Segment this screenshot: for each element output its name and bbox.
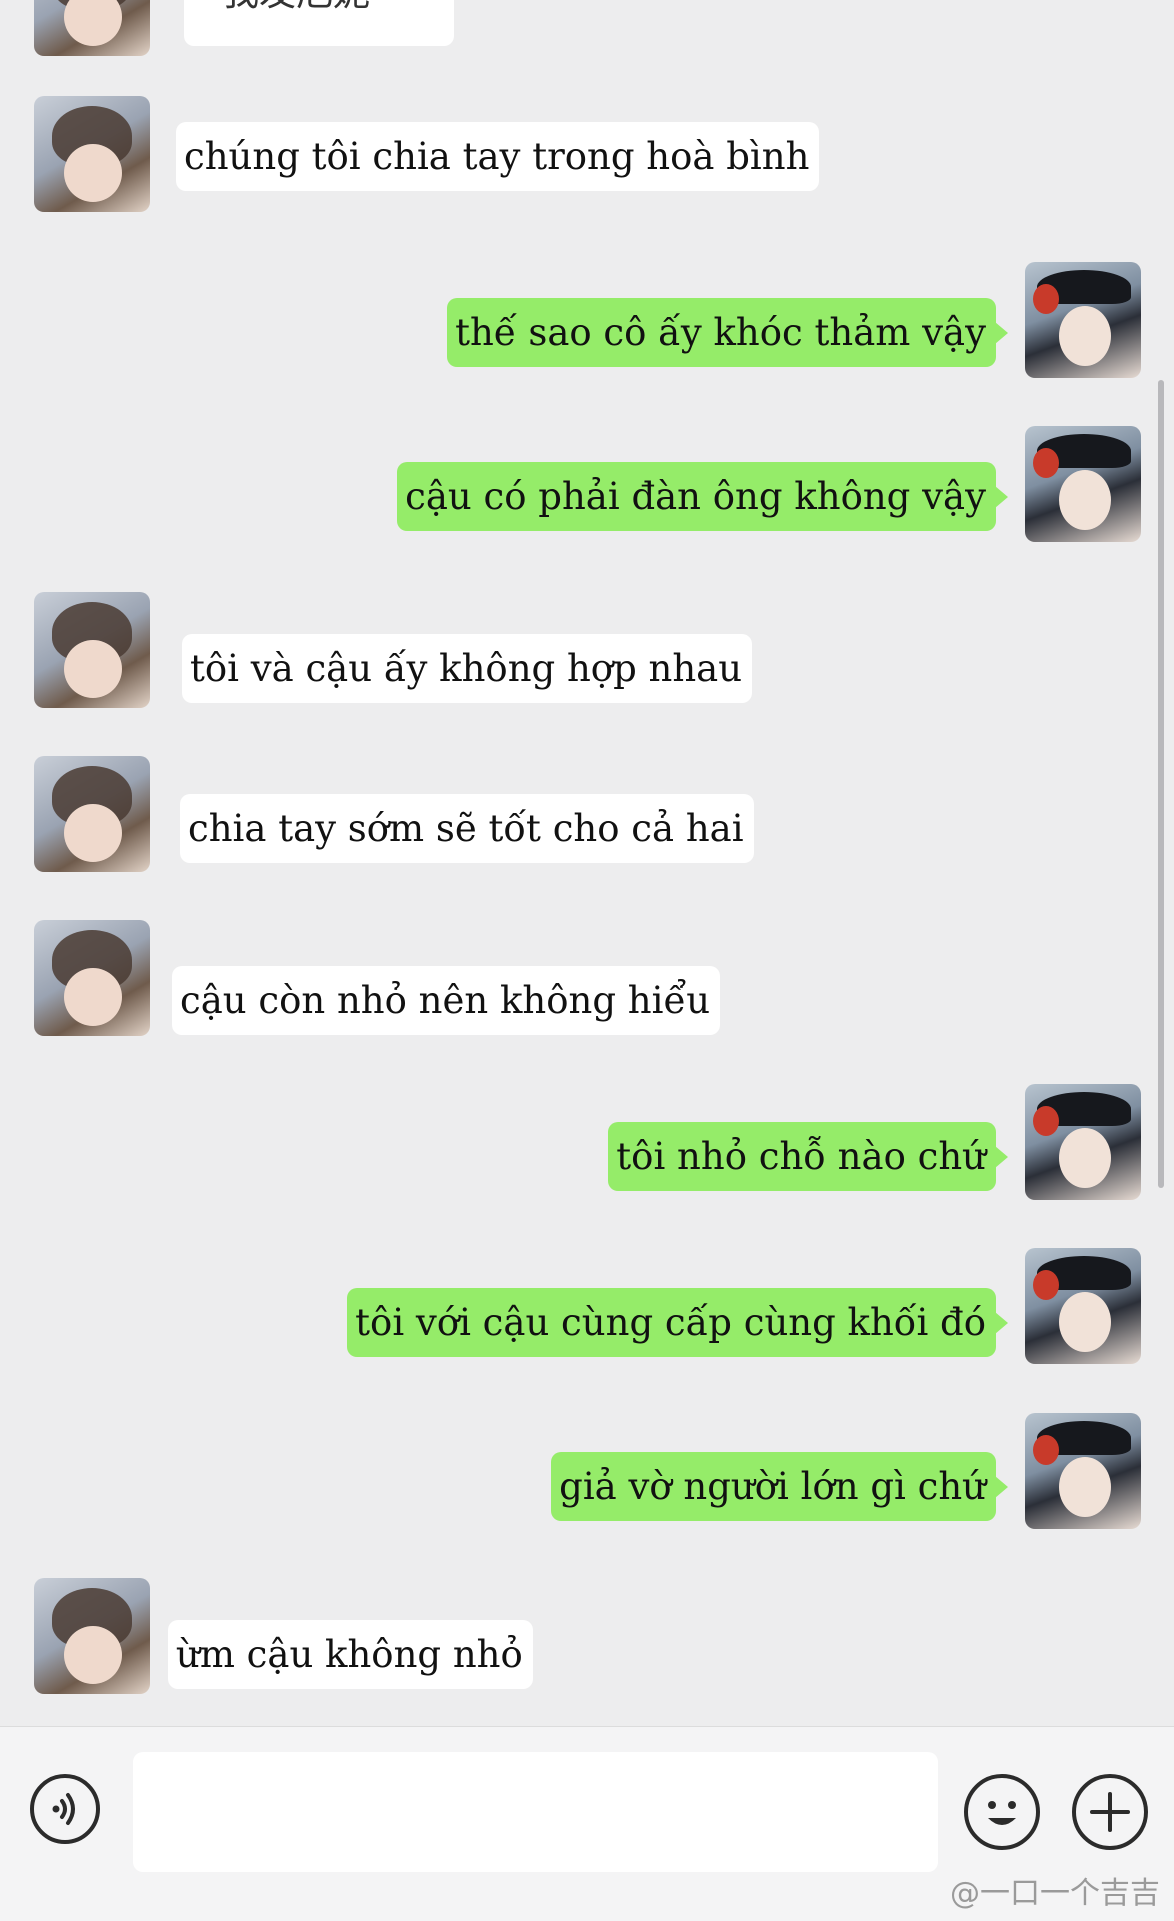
incoming-message[interactable]: ừm cậu không nhỏ bbox=[168, 1620, 533, 1689]
plus-icon[interactable] bbox=[1072, 1774, 1148, 1850]
message-text: cậu còn nhỏ nên không hiểu bbox=[180, 979, 711, 1022]
smile-icon[interactable] bbox=[964, 1774, 1040, 1850]
message-text: giả vờ người lớn gì chứ bbox=[559, 1465, 986, 1508]
watermark: @一口一个吉吉 bbox=[950, 1876, 1160, 1911]
user-avatar[interactable] bbox=[1025, 1084, 1141, 1200]
user-avatar[interactable] bbox=[1025, 426, 1141, 542]
incoming-message[interactable]: chia tay sớm sẽ tốt cho cả hai bbox=[180, 794, 754, 863]
message-text: cậu có phải đàn ông không vậy bbox=[405, 475, 986, 518]
message-text: tôi nhỏ chỗ nào chứ bbox=[616, 1135, 986, 1178]
contact-avatar[interactable] bbox=[34, 920, 150, 1036]
partial-message-bubble: 我发厄妮 bbox=[184, 0, 454, 46]
message-text: ừm cậu không nhỏ bbox=[176, 1633, 523, 1676]
contact-avatar[interactable] bbox=[34, 1578, 150, 1694]
partial-message-text: 我发厄妮 bbox=[222, 0, 370, 16]
outgoing-message[interactable]: tôi nhỏ chỗ nào chứ bbox=[608, 1122, 1008, 1191]
incoming-message[interactable]: cậu còn nhỏ nên không hiểu bbox=[172, 966, 721, 1035]
contact-avatar[interactable] bbox=[34, 0, 150, 56]
message-text: chúng tôi chia tay trong hoà bình bbox=[184, 135, 810, 178]
incoming-message[interactable]: tôi và cậu ấy không hợp nhau bbox=[182, 634, 753, 703]
chat-scrollbar[interactable] bbox=[1158, 380, 1164, 1188]
voice-icon[interactable] bbox=[30, 1774, 100, 1844]
outgoing-message[interactable]: tôi với cậu cùng cấp cùng khối đó bbox=[347, 1288, 1008, 1357]
message-text: tôi và cậu ấy không hợp nhau bbox=[190, 647, 743, 690]
outgoing-message[interactable]: giả vờ người lớn gì chứ bbox=[551, 1452, 1008, 1521]
message-text: thế sao cô ấy khóc thảm vậy bbox=[455, 311, 986, 354]
outgoing-message[interactable]: thế sao cô ấy khóc thảm vậy bbox=[447, 298, 1008, 367]
incoming-message[interactable]: chúng tôi chia tay trong hoà bình bbox=[176, 122, 820, 191]
contact-avatar[interactable] bbox=[34, 96, 150, 212]
message-input[interactable] bbox=[133, 1752, 938, 1872]
user-avatar[interactable] bbox=[1025, 262, 1141, 378]
message-text: chia tay sớm sẽ tốt cho cả hai bbox=[188, 807, 744, 850]
contact-avatar[interactable] bbox=[34, 756, 150, 872]
message-text: tôi với cậu cùng cấp cùng khối đó bbox=[355, 1301, 986, 1344]
user-avatar[interactable] bbox=[1025, 1413, 1141, 1529]
contact-avatar[interactable] bbox=[34, 592, 150, 708]
outgoing-message[interactable]: cậu có phải đàn ông không vậy bbox=[397, 462, 1008, 531]
user-avatar[interactable] bbox=[1025, 1248, 1141, 1364]
